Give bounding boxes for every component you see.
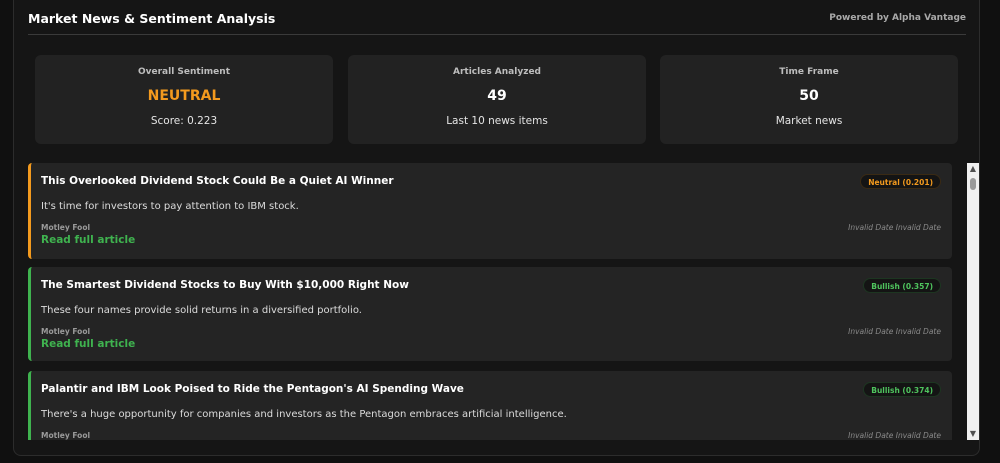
overall-sentiment-card: Overall Sentiment NEUTRAL Score: 0.223	[35, 55, 333, 144]
sentiment-badge: Bullish (0.374)	[863, 382, 941, 397]
overall-sentiment-score: Score: 0.223	[150, 115, 218, 127]
sentiment-badge: Bullish (0.357)	[863, 278, 941, 293]
article-title: This Overlooked Dividend Stock Could Be …	[41, 175, 394, 187]
panel-header: Market News & Sentiment Analysis Powered…	[28, 5, 966, 35]
article-date: Invalid Date Invalid Date	[848, 327, 941, 336]
article-source: Motley Fool	[41, 327, 91, 336]
article-date: Invalid Date Invalid Date	[848, 431, 941, 440]
read-full-article-link[interactable]: Read full article	[41, 234, 135, 246]
news-article: The Smartest Dividend Stocks to Buy With…	[28, 267, 952, 361]
read-full-article-link[interactable]: Read full article	[41, 338, 135, 350]
panel-title: Market News & Sentiment Analysis	[28, 11, 276, 26]
news-feed[interactable]: This Overlooked Dividend Stock Could Be …	[28, 163, 981, 440]
time-frame-card: Time Frame 50 Market news	[660, 55, 958, 144]
time-frame-label: Time Frame	[779, 67, 839, 77]
overall-sentiment-label: Overall Sentiment	[137, 67, 230, 77]
articles-analyzed-value: 49	[487, 88, 507, 104]
scrollbar-thumb[interactable]	[970, 178, 976, 190]
article-summary: It's time for investors to pay attention…	[41, 201, 299, 212]
articles-analyzed-card: Articles Analyzed 49 Last 10 news items	[348, 55, 646, 144]
articles-analyzed-label: Articles Analyzed	[453, 67, 541, 77]
sentiment-badge: Neutral (0.201)	[860, 174, 941, 189]
article-source: Motley Fool	[41, 223, 91, 232]
article-date: Invalid Date Invalid Date	[848, 223, 941, 232]
article-title: Palantir and IBM Look Poised to Ride the…	[41, 383, 464, 395]
article-summary: These four names provide solid returns i…	[41, 305, 362, 316]
overall-sentiment-value: NEUTRAL	[147, 88, 221, 104]
articles-analyzed-sub: Last 10 news items	[446, 115, 548, 127]
triangle-up-icon[interactable]: ▲	[967, 163, 979, 175]
article-source: Motley Fool	[41, 431, 91, 440]
news-panel: Market News & Sentiment Analysis Powered…	[13, 0, 980, 456]
time-frame-value: 50	[799, 88, 819, 104]
feed-scrollbar[interactable]: ▲ ▼	[967, 163, 979, 440]
news-article: This Overlooked Dividend Stock Could Be …	[28, 163, 952, 259]
triangle-down-icon[interactable]: ▼	[967, 428, 979, 440]
article-title: The Smartest Dividend Stocks to Buy With…	[41, 279, 409, 291]
article-summary: There's a huge opportunity for companies…	[41, 409, 567, 420]
news-article: Palantir and IBM Look Poised to Ride the…	[28, 371, 952, 440]
powered-by-label: Powered by Alpha Vantage	[829, 13, 966, 23]
time-frame-sub: Market news	[775, 115, 843, 127]
